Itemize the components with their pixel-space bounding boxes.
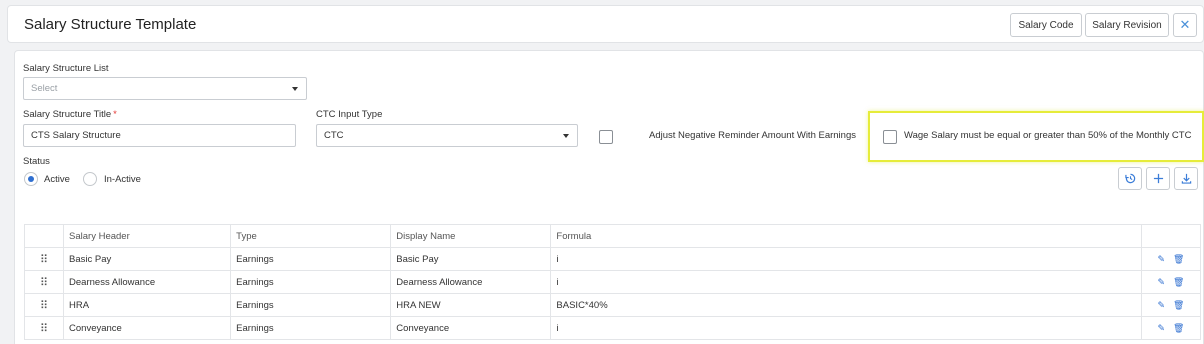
drag-handle-icon[interactable]: ⠿ — [23, 270, 65, 294]
structure-list-label: Salary Structure List — [23, 63, 109, 74]
add-row-button[interactable] — [1146, 167, 1170, 190]
status-inactive-radio[interactable] — [83, 172, 97, 186]
row-actions: ✎ 🗑 — [1140, 270, 1202, 294]
chevron-down-icon — [292, 87, 298, 91]
structure-title-label-text: Salary Structure Title — [23, 109, 112, 120]
drag-handle-icon[interactable]: ⠿ — [23, 293, 65, 317]
cell-salary-header: HRA — [63, 293, 232, 317]
status-active-label: Active — [44, 174, 70, 185]
row-actions: ✎ 🗑 — [1140, 316, 1202, 340]
history-button[interactable] — [1118, 167, 1142, 190]
cell-type: Earnings — [230, 293, 392, 317]
edit-icon[interactable]: ✎ — [1157, 277, 1165, 287]
cell-salary-header: Basic Pay — [63, 247, 232, 271]
status-active-radio[interactable] — [24, 172, 38, 186]
edit-icon[interactable]: ✎ — [1157, 254, 1165, 264]
drag-handle-icon[interactable]: ⠿ — [23, 316, 65, 340]
structure-title-input[interactable]: CTS Salary Structure — [23, 124, 296, 147]
cell-salary-header: Dearness Allowance — [63, 270, 232, 294]
salary-code-button[interactable]: Salary Code — [1010, 13, 1082, 37]
ctc-input-type-label: CTC Input Type — [316, 109, 383, 120]
cell-display-name: Conveyance — [390, 316, 552, 340]
column-salary-header: Salary Header — [63, 224, 232, 248]
structure-title-value: CTS Salary Structure — [31, 130, 121, 141]
delete-icon[interactable]: 🗑 — [1173, 300, 1184, 310]
cell-formula: i — [550, 316, 1142, 340]
column-display-name: Display Name — [390, 224, 552, 248]
table-row: ⠿ HRA Earnings HRA NEW BASIC*40% ✎ 🗑 — [23, 293, 1202, 317]
add-icon — [1153, 173, 1163, 184]
drag-handle-icon[interactable]: ⠿ — [23, 247, 65, 271]
delete-icon[interactable]: 🗑 — [1173, 254, 1184, 264]
cell-formula: BASIC*40% — [550, 293, 1142, 317]
cell-salary-header: Conveyance — [63, 316, 232, 340]
cell-formula: i — [550, 247, 1142, 271]
row-actions: ✎ 🗑 — [1140, 247, 1202, 271]
cell-formula: i — [550, 270, 1142, 294]
ctc-input-type-value: CTC — [324, 130, 344, 141]
download-icon — [1181, 173, 1191, 184]
delete-icon[interactable]: 🗑 — [1173, 323, 1184, 333]
status-inactive-label: In-Active — [104, 174, 141, 185]
cell-type: Earnings — [230, 316, 392, 340]
structure-list-placeholder: Select — [31, 83, 58, 94]
salary-header-table: Salary Header Type Display Name Formula … — [23, 224, 1202, 340]
history-icon — [1124, 173, 1135, 184]
row-actions: ✎ 🗑 — [1140, 293, 1202, 317]
adjust-negative-label: Adjust Negative Reminder Amount With Ear… — [649, 130, 856, 141]
drag-column-header — [23, 224, 65, 248]
salary-revision-button[interactable]: Salary Revision — [1085, 13, 1169, 37]
delete-icon[interactable]: 🗑 — [1173, 277, 1184, 287]
required-marker: * — [113, 109, 117, 120]
close-icon: ✕ — [1179, 17, 1191, 32]
cell-type: Earnings — [230, 270, 392, 294]
edit-icon[interactable]: ✎ — [1157, 300, 1165, 310]
table-header-row: Salary Header Type Display Name Formula — [23, 224, 1202, 248]
column-type: Type — [230, 224, 392, 248]
cell-display-name: Dearness Allowance — [390, 270, 552, 294]
table-row: ⠿ Basic Pay Earnings Basic Pay i ✎ 🗑 — [23, 247, 1202, 271]
chevron-down-icon — [563, 134, 569, 138]
cell-display-name: HRA NEW — [390, 293, 552, 317]
table-row: ⠿ Dearness Allowance Earnings Dearness A… — [23, 270, 1202, 294]
structure-list-select[interactable]: Select — [23, 77, 307, 100]
column-formula: Formula — [550, 224, 1142, 248]
wage-salary-label: Wage Salary must be equal or greater tha… — [904, 130, 1192, 141]
wage-salary-checkbox[interactable] — [883, 130, 897, 144]
adjust-negative-checkbox[interactable] — [599, 130, 613, 144]
download-button[interactable] — [1174, 167, 1198, 190]
actions-column-header — [1140, 224, 1202, 248]
page-title: Salary Structure Template — [24, 16, 197, 33]
cell-display-name: Basic Pay — [390, 247, 552, 271]
cell-type: Earnings — [230, 247, 392, 271]
status-label: Status — [23, 156, 50, 167]
title-bar: Salary Structure Template Salary Code Sa… — [7, 5, 1204, 43]
close-button[interactable]: ✕ — [1173, 13, 1197, 37]
structure-title-label: Salary Structure Title * — [23, 109, 117, 120]
table-row: ⠿ Conveyance Earnings Conveyance i ✎ 🗑 — [23, 316, 1202, 340]
ctc-input-type-select[interactable]: CTC — [316, 124, 578, 147]
edit-icon[interactable]: ✎ — [1157, 323, 1165, 333]
